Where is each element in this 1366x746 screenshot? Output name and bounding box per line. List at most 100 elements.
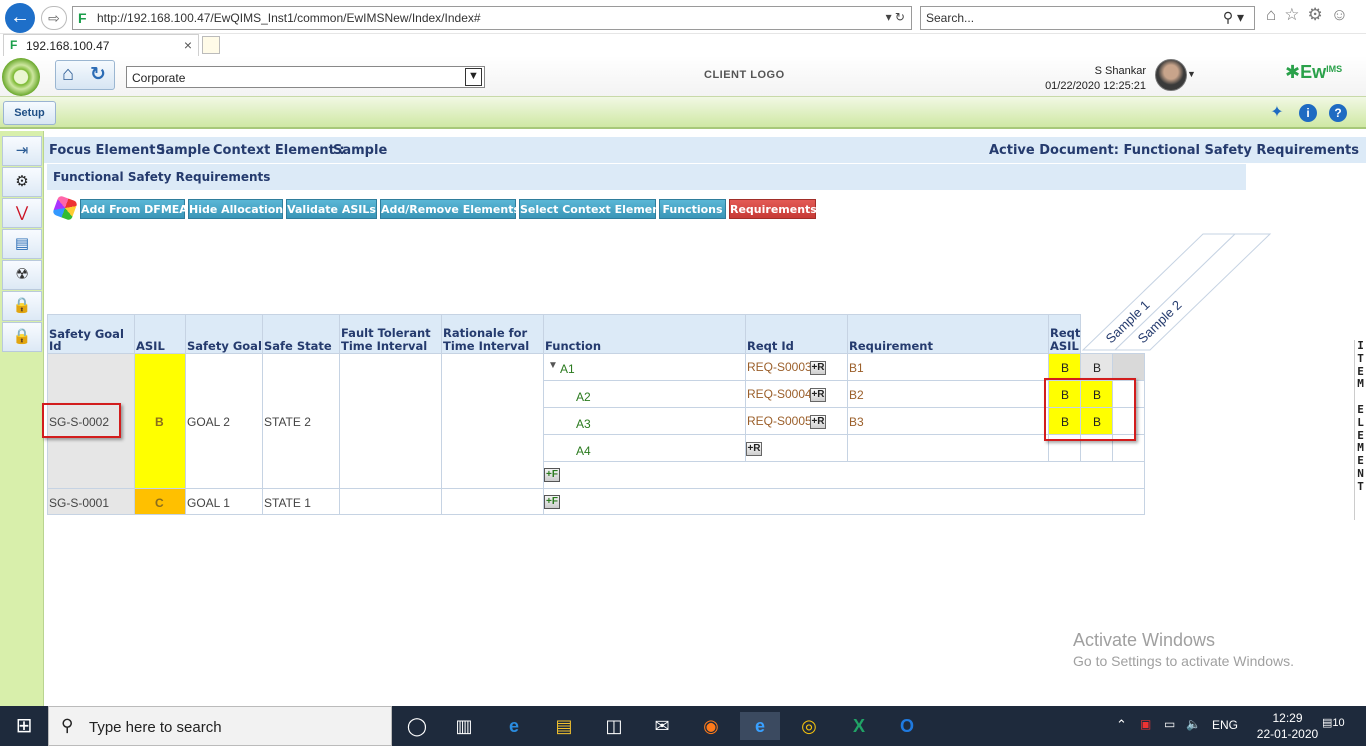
mail-icon[interactable]: ✉ <box>648 712 676 740</box>
setup-button[interactable]: Setup <box>3 101 56 125</box>
app-logo[interactable] <box>2 58 40 96</box>
browser-toolbar: ← ⇨ F http://192.168.100.47/EwQIMS_Inst1… <box>0 0 1366 34</box>
add-requirement-button[interactable]: +R <box>810 388 826 402</box>
project-select[interactable]: Corporate ▼ <box>126 66 485 88</box>
outlook-icon[interactable]: O <box>893 712 921 740</box>
safety-goal-cell[interactable]: GOAL 2 <box>185 353 263 489</box>
safety-goal-id-cell[interactable]: SG-S-0001 <box>47 488 135 515</box>
select-context-element-button[interactable]: Select Context Element <box>519 199 665 219</box>
network-icon[interactable]: ▭ <box>1164 717 1175 731</box>
edge-icon[interactable]: e <box>500 712 528 740</box>
add-requirement-button[interactable]: +R <box>746 442 762 456</box>
item-element-panel-toggle[interactable]: ITEMELEMENT <box>1354 339 1366 520</box>
reqt-id-cell[interactable]: REQ-S0003 +R <box>745 353 848 381</box>
expand-caret-icon[interactable]: ▼ <box>548 360 558 371</box>
lock-gray-icon[interactable]: 🔒 <box>2 322 42 352</box>
safe-state-cell[interactable]: STATE 1 <box>262 488 340 515</box>
forward-arrow-icon[interactable]: ⇨ <box>41 6 67 30</box>
reqt-id-cell[interactable]: +R <box>745 434 848 462</box>
firefox-icon[interactable]: ◉ <box>697 712 725 740</box>
palette-icon[interactable] <box>52 195 78 221</box>
info-icon[interactable]: i <box>1299 104 1317 122</box>
list-icon[interactable]: ▤ <box>2 229 42 259</box>
reqt-id-cell[interactable]: REQ-S0005 +R <box>745 407 848 435</box>
header-ftti: Fault Tolerant Time Interval <box>339 314 442 354</box>
requirement-cell[interactable] <box>847 434 1049 462</box>
add-requirement-button[interactable]: +R <box>810 361 826 375</box>
hide-allocation-button[interactable]: Hide Allocation <box>188 199 283 219</box>
ftti-cell[interactable] <box>339 353 442 489</box>
validate-asils-button[interactable]: Validate ASILs <box>286 199 377 219</box>
avatar[interactable] <box>1155 59 1187 91</box>
lock-icon[interactable]: 🔒 <box>2 291 42 321</box>
volume-icon[interactable]: 🔈 <box>1186 717 1201 731</box>
clock[interactable]: 12:29 22-01-2020 <box>1255 710 1320 742</box>
focus-element-value[interactable]: Sample <box>156 143 210 158</box>
add-function-button[interactable]: +F <box>544 495 560 509</box>
function-cell[interactable]: A2 <box>543 380 746 408</box>
context-element-value[interactable]: Sample <box>333 143 387 158</box>
asil-cell[interactable]: B <box>134 353 186 489</box>
ftti-cell[interactable] <box>339 488 442 515</box>
browser-home-star-gear-icons[interactable]: ⌂☆⚙☺ <box>1266 5 1356 25</box>
add-from-dfmea-button[interactable]: Add From DFMEA <box>80 199 188 219</box>
brand-text: Ew <box>1300 62 1327 82</box>
requirement-cell[interactable]: B3 <box>847 407 1049 435</box>
add-function-button[interactable]: +F <box>544 468 560 482</box>
url-text[interactable]: http://192.168.100.47/EwQIMS_Inst1/commo… <box>97 11 481 25</box>
requirement-cell[interactable]: B2 <box>847 380 1049 408</box>
reqt-id-cell[interactable]: REQ-S0004 +R <box>745 380 848 408</box>
add-requirement-button[interactable]: +R <box>810 415 826 429</box>
language-indicator[interactable]: ENG <box>1212 718 1238 732</box>
site-favicon-icon: F <box>78 10 87 26</box>
hazard-icon[interactable]: ☢ <box>2 260 42 290</box>
refresh-icon[interactable]: ↻ <box>90 63 106 86</box>
new-tab-icon[interactable] <box>202 36 220 54</box>
refresh-icon[interactable]: ▾ ↻ <box>886 10 905 24</box>
internet-explorer-icon[interactable]: e <box>740 712 780 740</box>
sample2-cell[interactable] <box>1112 353 1145 381</box>
rationale-cell[interactable] <box>441 488 544 515</box>
app-tray-icon[interactable]: ▣ <box>1140 717 1151 731</box>
help-icon[interactable]: ? <box>1329 104 1347 122</box>
task-view-icon[interactable]: ▥ <box>450 712 478 740</box>
chevron-up-icon[interactable]: ⌃ <box>1116 717 1127 733</box>
home-icon[interactable]: ⌂ <box>62 63 74 86</box>
close-tab-icon[interactable]: × <box>184 37 192 53</box>
browser-search-input[interactable]: Search... ⚲ ▾ <box>920 6 1255 30</box>
requirement-cell[interactable]: B1 <box>847 353 1049 381</box>
requirements-button[interactable]: Requirements <box>729 199 817 219</box>
file-explorer-icon[interactable]: ▤ <box>550 712 578 740</box>
caret-down-icon[interactable]: ▼ <box>1187 69 1196 79</box>
header-safety-goal-id: Safety Goal Id <box>47 314 135 354</box>
header-safe-state: Safe State <box>262 314 340 354</box>
functions-button[interactable]: Functions <box>659 199 726 219</box>
browser-tab[interactable]: F 192.168.100.47 × <box>3 34 199 56</box>
rationale-cell[interactable] <box>441 353 544 489</box>
function-cell[interactable]: A4 <box>543 434 746 462</box>
function-cell[interactable]: ▼ A1 <box>543 353 746 381</box>
chevron-down-icon[interactable]: ▼ <box>465 68 482 86</box>
left-sidebar: ⇥ ⚙ ⋁ ▤ ☢ 🔒 🔒 <box>0 131 44 706</box>
reqt-asil-cell[interactable]: B <box>1048 353 1081 381</box>
address-bar[interactable]: F http://192.168.100.47/EwQIMS_Inst1/com… <box>72 6 912 30</box>
notification-icon[interactable]: ▤10 <box>1322 716 1348 736</box>
taskbar-search-input[interactable]: ⚲ Type here to search <box>48 706 392 746</box>
cortana-icon[interactable]: ◯ <box>403 712 431 740</box>
windows-start-icon[interactable]: ⊞ <box>0 706 48 746</box>
back-arrow-icon[interactable]: ← <box>5 3 35 33</box>
settings-icon[interactable]: ⚙ <box>2 167 42 197</box>
function-cell[interactable]: A3 <box>543 407 746 435</box>
pin-icon[interactable]: ✦ <box>1268 104 1286 122</box>
sample1-cell[interactable]: B <box>1080 353 1113 381</box>
collapse-panel-icon[interactable]: ⇥ <box>2 136 42 166</box>
chrome-icon[interactable]: ◎ <box>795 712 823 740</box>
safe-state-cell[interactable]: STATE 2 <box>262 353 340 489</box>
search-icon[interactable]: ⚲ ▾ <box>1223 9 1244 26</box>
asil-cell[interactable]: C <box>134 488 186 515</box>
add-remove-elements-button[interactable]: Add/Remove Elements <box>380 199 520 219</box>
excel-icon[interactable]: X <box>845 712 873 740</box>
store-icon[interactable]: ◫ <box>600 712 628 740</box>
layers-icon[interactable]: ⋁ <box>2 198 42 228</box>
safety-goal-cell[interactable]: GOAL 1 <box>185 488 263 515</box>
